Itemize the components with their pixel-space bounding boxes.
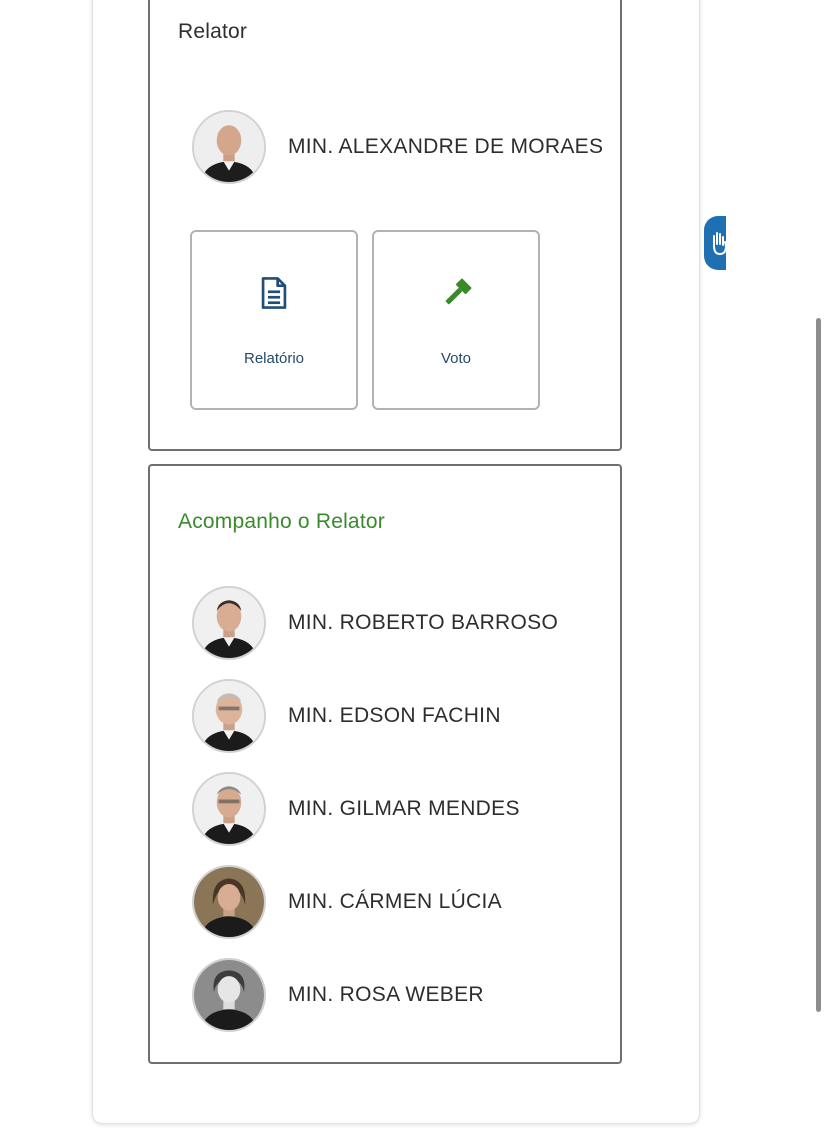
relator-minister: MIN. ALEXANDRE DE MORAES xyxy=(192,108,603,186)
follow-section-title: Acompanho o Relator xyxy=(178,510,385,533)
gavel-icon xyxy=(441,276,472,310)
minister-name: MIN. GILMAR MENDES xyxy=(288,797,520,820)
list-item: MIN. CÁRMEN LÚCIA xyxy=(192,863,502,941)
voto-label: Voto xyxy=(440,350,472,367)
minister-name: MIN. CÁRMEN LÚCIA xyxy=(288,890,502,913)
list-item: MIN. GILMAR MENDES xyxy=(192,770,520,848)
avatar xyxy=(192,110,266,184)
list-item: MIN. EDSON FACHIN xyxy=(192,677,501,755)
avatar xyxy=(192,586,266,660)
list-item: MIN. ROBERTO BARROSO xyxy=(192,584,558,662)
relator-name: MIN. ALEXANDRE DE MORAES xyxy=(288,135,604,158)
voto-button[interactable]: Voto xyxy=(372,230,540,410)
relatorio-button[interactable]: Relatório xyxy=(190,230,358,410)
avatar xyxy=(192,679,266,753)
accessibility-widget-button[interactable] xyxy=(704,216,726,270)
relator-section: Relator MIN. ALEXANDRE DE MORAES Relatór… xyxy=(148,0,622,451)
relatorio-label: Relatório xyxy=(243,350,305,367)
file-text-icon xyxy=(259,276,289,310)
hand-sign-icon xyxy=(713,232,726,256)
minister-name: MIN. EDSON FACHIN xyxy=(288,704,501,727)
minister-name: MIN. ROBERTO BARROSO xyxy=(288,611,559,634)
list-item: MIN. ROSA WEBER xyxy=(192,956,484,1034)
avatar xyxy=(192,865,266,939)
avatar xyxy=(192,958,266,1032)
scrollbar[interactable] xyxy=(816,318,821,1012)
minister-name: MIN. ROSA WEBER xyxy=(288,983,484,1006)
relator-section-title: Relator xyxy=(178,20,248,43)
avatar xyxy=(192,772,266,846)
follow-relator-section: Acompanho o Relator MIN. ROBERTO BARROSO xyxy=(148,464,622,1064)
